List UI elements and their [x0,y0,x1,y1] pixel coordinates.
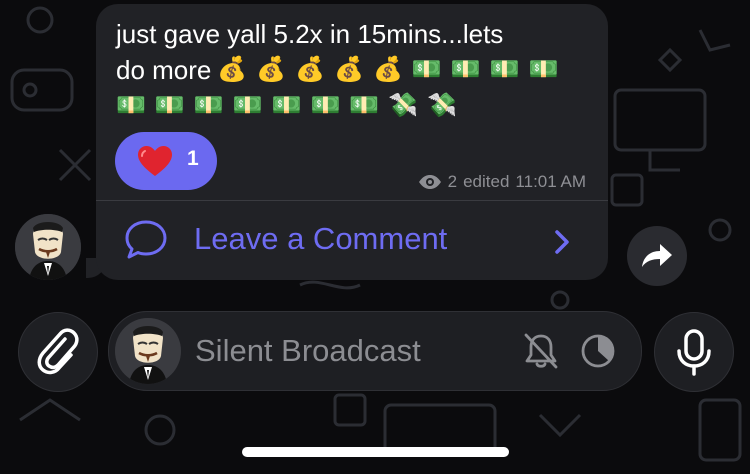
emoji-line-2: 💰 💰 💰 💰 💰 💵 💵 💵 💵 [217,54,567,86]
message-text: just gave yall 5.2x in 15mins...lets do … [116,16,596,122]
emoji: 💰 [217,56,248,83]
microphone-button[interactable] [654,312,734,392]
message-input[interactable]: Silent Broadcast [108,311,642,391]
emoji: 💵 [116,92,146,119]
emoji: 💵 [349,92,380,119]
emoji: 💵 [528,56,559,83]
edited-label: edited [463,172,510,191]
message-line-2: do more [116,55,212,85]
emoji: 💰 [295,56,326,83]
bell-off-icon [524,333,558,369]
microphone-icon [677,329,711,376]
eye-icon [418,175,441,189]
emoji-line-3: 💵 💵 💵 💵 💵 💵 💵 💸 💸 [116,90,596,122]
emoji: 💸 [388,92,419,119]
emoji: 💰 [256,56,287,83]
leave-comment-label: Leave a Comment [194,221,448,256]
message-bubble[interactable]: just gave yall 5.2x in 15mins...lets do … [96,4,608,280]
message-meta: 2 edited 11:01 AM [418,172,586,192]
message-time: 11:01 AM [515,172,586,191]
leave-comment-button[interactable]: Leave a Comment [96,201,608,280]
emoji: 💵 [310,92,341,119]
heart-icon [138,146,172,176]
attach-button[interactable] [18,312,98,392]
send-as-avatar[interactable] [115,318,181,384]
emoji: 💵 [450,56,481,83]
timer-button[interactable] [579,332,617,375]
message-line-1: just gave yall 5.2x in 15mins...lets [116,19,504,49]
chevron-right-icon [555,230,569,254]
timer-icon [581,334,615,368]
emoji: 💵 [271,92,302,119]
emoji: 💰 [372,56,403,83]
home-indicator [242,447,509,457]
emoji: 💵 [193,92,224,119]
share-arrow-icon [642,244,672,267]
reaction-count: 1 [187,147,199,170]
share-button[interactable] [627,226,687,286]
emoji: 💵 [411,56,442,83]
silent-bell-button[interactable] [523,332,559,375]
emoji: 💵 [232,92,263,119]
emoji: 💵 [489,56,520,83]
input-placeholder: Silent Broadcast [195,333,421,368]
channel-avatar[interactable] [15,214,81,280]
paperclip-icon [37,328,79,375]
mask-avatar-image [115,318,181,384]
emoji: 💸 [427,92,458,119]
emoji: 💰 [334,56,364,83]
comment-bubble-icon [125,220,167,259]
emoji: 💵 [154,92,185,119]
view-count: 2 [447,172,458,191]
heart-reaction-button[interactable]: 1 [115,132,217,190]
mask-avatar-image [15,214,81,280]
